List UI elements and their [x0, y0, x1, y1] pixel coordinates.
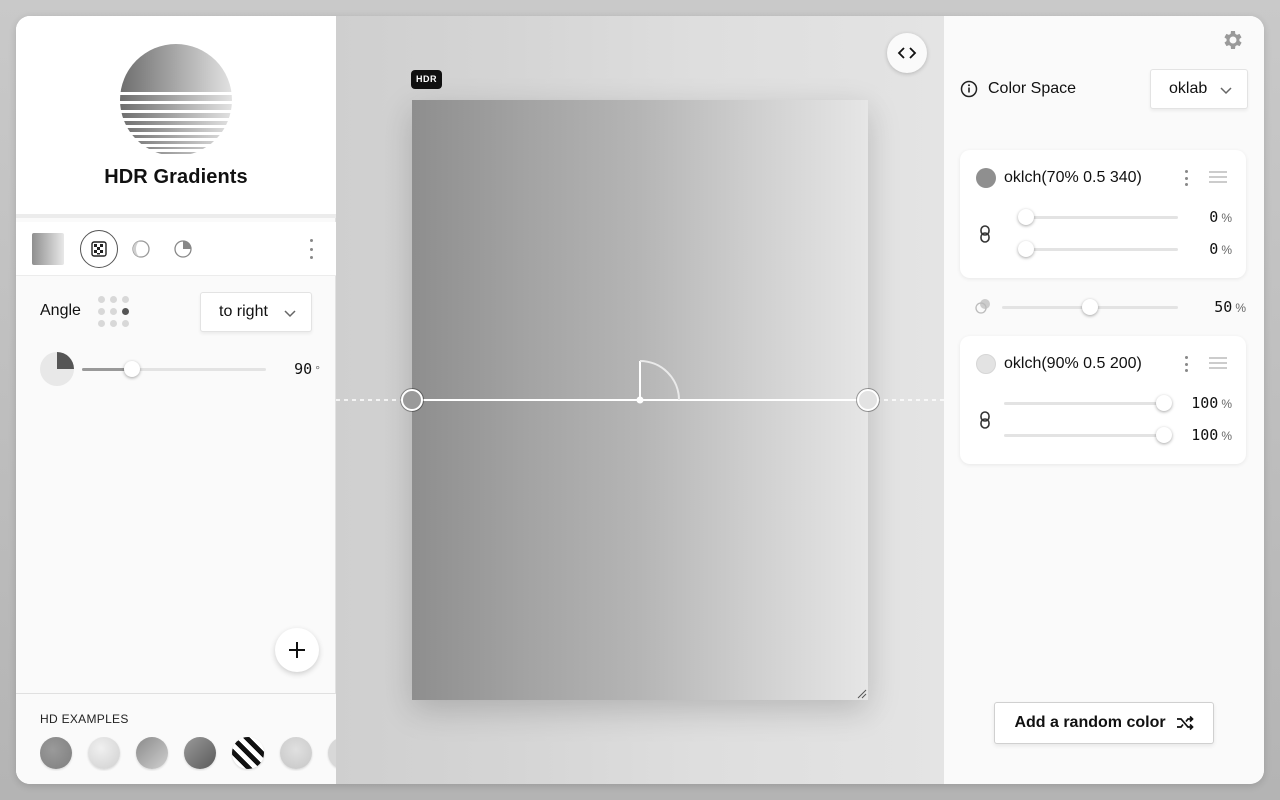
chevron-down-icon — [1220, 87, 1232, 95]
stop-end-value: 0% — [1209, 240, 1232, 258]
angle-pie-icon — [40, 352, 74, 386]
transition-row: 50% — [974, 296, 1246, 318]
stop-start-slider[interactable] — [1004, 395, 1172, 411]
add-random-color-button[interactable]: Add a random color — [994, 702, 1214, 744]
example-swatch[interactable] — [184, 737, 216, 769]
hdr-badge: HDR — [411, 70, 442, 89]
color-stop-name[interactable]: oklch(90% 0.5 200) — [1004, 355, 1142, 373]
gradient-canvas[interactable] — [412, 100, 868, 700]
stop-start-slider[interactable] — [1018, 209, 1178, 225]
code-toggle-button[interactable] — [887, 33, 927, 73]
angle-label: Angle — [40, 302, 81, 319]
stop-options-button[interactable] — [1184, 170, 1188, 186]
resize-handle-icon[interactable] — [857, 689, 867, 699]
color-stop-name[interactable]: oklch(70% 0.5 340) — [1004, 169, 1142, 187]
example-swatch[interactable] — [328, 737, 336, 769]
link-icon[interactable] — [978, 224, 992, 244]
stop-end-slider[interactable] — [1018, 241, 1178, 257]
stop-start-value: 100% — [1191, 394, 1232, 412]
radial-gradient-icon — [132, 240, 150, 258]
example-swatch[interactable] — [40, 737, 72, 769]
right-panel: Color Space oklab oklch(70% 0.5 340) 0 %… — [944, 16, 1264, 784]
stop-start-thumb[interactable] — [1018, 209, 1034, 225]
gear-icon[interactable] — [1220, 28, 1244, 52]
gradient-start-handle[interactable] — [401, 389, 423, 411]
color-stop-card: oklch(70% 0.5 340) 0% 0% — [960, 150, 1246, 278]
color-swatch[interactable] — [976, 354, 996, 374]
color-space-select[interactable]: oklab — [1150, 69, 1248, 109]
transition-slider-thumb[interactable] — [1082, 299, 1098, 315]
more-options-button[interactable] — [308, 239, 314, 259]
example-swatch[interactable] — [136, 737, 168, 769]
angle-value: 90 ° — [294, 360, 320, 378]
shuffle-icon — [1176, 715, 1194, 731]
stop-end-thumb[interactable] — [1156, 427, 1172, 443]
example-swatch[interactable] — [280, 737, 312, 769]
example-swatch[interactable] — [88, 737, 120, 769]
color-space-label: Color Space — [988, 80, 1077, 97]
angle-slider[interactable] — [82, 361, 266, 377]
color-space-row: Color Space oklab — [960, 68, 1248, 110]
drag-handle-icon[interactable] — [1208, 170, 1228, 184]
link-icon[interactable] — [978, 410, 992, 430]
preview-area: HDR — [336, 16, 944, 784]
code-icon — [897, 47, 917, 59]
linear-gradient-icon — [91, 241, 107, 257]
stop-options-button[interactable] — [1184, 356, 1188, 372]
gradient-end-handle[interactable] — [857, 389, 879, 411]
examples-title: HD EXAMPLES — [40, 712, 129, 726]
gradient-preview-swatch[interactable] — [32, 233, 64, 265]
stop-start-value: 0% — [1209, 208, 1232, 226]
examples-row — [40, 737, 336, 771]
color-space-value: oklab — [1169, 80, 1208, 97]
stop-end-slider[interactable] — [1004, 427, 1172, 443]
conic-gradient-icon — [174, 240, 192, 258]
logo-area: HDR Gradients — [16, 16, 336, 218]
linear-gradient-button[interactable] — [80, 230, 118, 268]
info-icon[interactable] — [960, 80, 978, 98]
add-random-color-label: Add a random color — [1014, 714, 1166, 731]
conic-gradient-button[interactable] — [164, 230, 202, 268]
angle-direction-select[interactable]: to right — [200, 292, 312, 332]
app-window: HDR Gradients Angle to right 90 ° HD EXA… — [16, 16, 1264, 784]
stop-end-thumb[interactable] — [1018, 241, 1034, 257]
plus-icon — [289, 642, 305, 658]
stop-end-value: 100% — [1191, 426, 1232, 444]
gradient-toolbar — [16, 222, 336, 276]
left-panel: HDR Gradients Angle to right 90 ° HD EXA… — [16, 16, 336, 784]
color-swatch[interactable] — [976, 168, 996, 188]
app-title: HDR Gradients — [104, 166, 248, 188]
drag-handle-icon[interactable] — [1208, 356, 1228, 370]
angle-slider-row: 90 ° — [40, 352, 320, 388]
angle-slider-fill — [82, 368, 128, 371]
sun-logo-icon — [120, 44, 232, 154]
angle-slider-thumb[interactable] — [124, 361, 140, 377]
example-swatch[interactable] — [232, 737, 264, 769]
transition-value: 50% — [1214, 298, 1246, 316]
angle-direction-value: to right — [219, 303, 268, 320]
angle-position-grid[interactable] — [98, 296, 132, 330]
angle-row: Angle to right — [40, 292, 320, 332]
add-gradient-button[interactable] — [275, 628, 319, 672]
transition-slider[interactable] — [1002, 299, 1178, 315]
stop-start-thumb[interactable] — [1156, 395, 1172, 411]
color-stop-card: oklch(90% 0.5 200) 100% 100% — [960, 336, 1246, 464]
transition-hint-icon — [975, 299, 990, 314]
chevron-down-icon — [284, 310, 296, 318]
radial-gradient-button[interactable] — [122, 230, 160, 268]
hd-examples: HD EXAMPLES — [16, 693, 336, 784]
